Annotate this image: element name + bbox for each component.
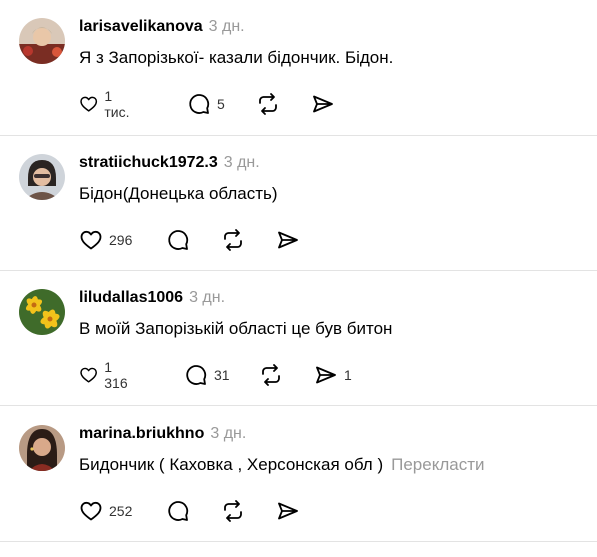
avatar[interactable] xyxy=(19,425,65,471)
timestamp[interactable]: 3 дн. xyxy=(189,289,225,306)
share-button[interactable] xyxy=(276,499,306,523)
repost-icon xyxy=(224,500,242,522)
send-icon xyxy=(278,231,298,249)
username[interactable]: liludallas1006 xyxy=(79,289,183,306)
comment-icon xyxy=(168,230,189,250)
comment-header: larisavelikanova 3 дн. xyxy=(79,18,245,40)
divider xyxy=(0,135,597,136)
repost-icon xyxy=(259,93,277,115)
repost-button[interactable] xyxy=(221,228,251,252)
username[interactable]: stratiichuck1972.3 xyxy=(79,154,218,171)
avatar[interactable] xyxy=(19,289,65,335)
avatar[interactable] xyxy=(19,154,65,200)
avatar-image xyxy=(19,18,65,64)
share-button[interactable] xyxy=(311,92,341,116)
like-count: 296 xyxy=(109,232,133,248)
avatar-image xyxy=(19,154,65,200)
send-icon xyxy=(278,502,298,520)
heart-icon xyxy=(80,367,97,383)
comment-text: Бідон(Донецька область) xyxy=(79,184,278,204)
like-button[interactable]: 252 xyxy=(79,499,132,523)
repost-icon xyxy=(224,229,242,251)
comment-body: Я з Запорізької- казали бідончик. Бідон. xyxy=(79,48,394,67)
divider xyxy=(0,270,597,271)
like-count: 252 xyxy=(109,503,133,519)
reply-count: 31 xyxy=(214,367,230,383)
repost-button[interactable] xyxy=(221,499,251,523)
comment-text: Бидончик ( Каховка , Херсонская обл ) Пер… xyxy=(79,455,484,475)
heart-icon xyxy=(80,96,98,112)
timestamp[interactable]: 3 дн. xyxy=(209,18,245,35)
reply-button[interactable] xyxy=(166,499,196,523)
reply-button[interactable]: 31 xyxy=(184,363,230,387)
like-button[interactable]: 1 316 xyxy=(79,359,132,391)
divider xyxy=(0,405,597,406)
comment-header: stratiichuck1972.3 3 дн. xyxy=(79,154,260,176)
comment-body: Бідон(Донецька область) xyxy=(79,184,278,203)
comment-text: Я з Запорізької- казали бідончик. Бідон. xyxy=(79,48,393,68)
username[interactable]: larisavelikanova xyxy=(79,18,203,35)
timestamp[interactable]: 3 дн. xyxy=(224,154,260,171)
repost-button[interactable] xyxy=(259,363,289,387)
comment-header: liludallas1006 3 дн. xyxy=(79,289,225,311)
share-count: 1 xyxy=(344,367,352,383)
avatar-image xyxy=(19,425,65,471)
timestamp[interactable]: 3 дн. xyxy=(210,425,246,442)
avatar[interactable] xyxy=(19,18,65,64)
comment-icon xyxy=(186,365,207,385)
comment-text: В моїй Запорізькій області це був битон xyxy=(79,319,392,339)
translate-link[interactable]: Перекласти xyxy=(391,455,484,474)
heart-icon xyxy=(80,501,102,521)
comment-body: В моїй Запорізькій області це був битон xyxy=(79,319,393,338)
send-icon xyxy=(316,366,336,384)
avatar-image xyxy=(19,289,65,335)
like-count: 1 316 xyxy=(104,359,128,391)
comment-icon xyxy=(189,94,210,114)
repost-button[interactable] xyxy=(256,92,286,116)
like-button[interactable]: 1 тис. xyxy=(79,88,134,120)
comment-icon xyxy=(168,501,189,521)
comment-body: Бидончик ( Каховка , Херсонская обл ) xyxy=(79,455,384,474)
heart-icon xyxy=(80,230,102,250)
comment-header: marina.briukhno 3 дн. xyxy=(79,425,246,447)
repost-icon xyxy=(262,364,280,386)
reply-count: 5 xyxy=(217,96,225,112)
share-button[interactable] xyxy=(276,228,306,252)
comment-feed: larisavelikanova 3 дн. Я з Запорізької- к… xyxy=(0,0,597,557)
send-icon xyxy=(313,95,333,113)
like-count: 1 тис. xyxy=(104,88,130,120)
divider xyxy=(0,541,597,542)
share-button[interactable]: 1 xyxy=(314,363,352,387)
like-button[interactable]: 296 xyxy=(79,228,132,252)
reply-button[interactable] xyxy=(166,228,196,252)
reply-button[interactable]: 5 xyxy=(187,92,225,116)
username[interactable]: marina.briukhno xyxy=(79,425,204,442)
